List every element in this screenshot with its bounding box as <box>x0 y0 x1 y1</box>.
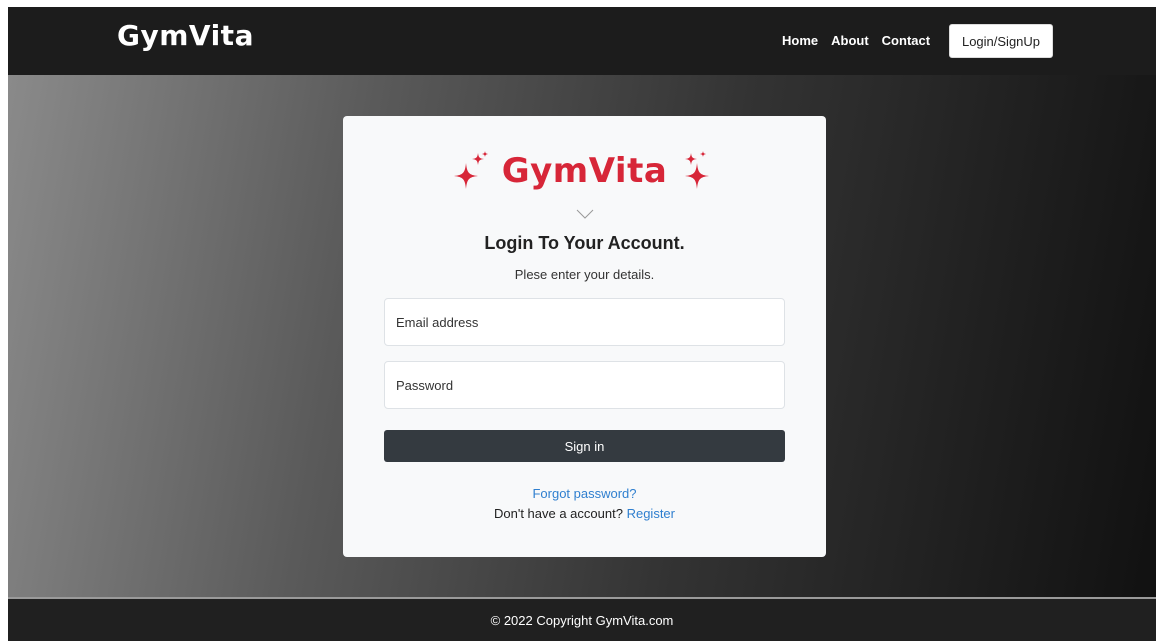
footer: © 2022 Copyright GymVita.com <box>8 597 1156 641</box>
email-field[interactable] <box>384 298 785 346</box>
page: GymVita Home About Contact Login/SignUp … <box>8 7 1156 641</box>
nav-link-contact[interactable]: Contact <box>882 33 930 48</box>
login-signup-button[interactable]: Login/SignUp <box>949 24 1053 58</box>
card-subtitle: Plese enter your details. <box>514 267 655 282</box>
card-logo-text: GymVita <box>501 151 668 191</box>
navbar-brand[interactable]: GymVita <box>117 19 254 52</box>
footer-copyright: © 2022 Copyright GymVita.com <box>490 612 674 628</box>
sparkle-icon <box>453 151 488 191</box>
navbar: GymVita Home About Contact Login/SignUp <box>8 7 1156 75</box>
login-card: GymVita Login To Your Account. Plese ent… <box>343 116 826 557</box>
card-divider <box>405 207 765 221</box>
card-title: Login To Your Account. <box>484 233 685 253</box>
nav-link-about[interactable]: About <box>831 33 869 48</box>
sparkle-icon <box>681 151 715 191</box>
register-row: Don't have a account? Register <box>343 506 826 521</box>
hero-background: GymVita Login To Your Account. Plese ent… <box>8 75 1156 597</box>
forgot-password-row: Forgot password? <box>343 486 826 501</box>
forgot-password-link[interactable]: Forgot password? <box>532 486 636 501</box>
password-field[interactable] <box>384 361 785 409</box>
no-account-text: Don't have a account? <box>493 506 623 521</box>
nav-link-home[interactable]: Home <box>782 33 818 48</box>
sign-in-button[interactable]: Sign in <box>384 430 785 462</box>
register-link[interactable]: Register <box>627 506 675 521</box>
nav-links: Home About Contact <box>782 33 930 48</box>
card-logo: GymVita <box>343 146 826 196</box>
